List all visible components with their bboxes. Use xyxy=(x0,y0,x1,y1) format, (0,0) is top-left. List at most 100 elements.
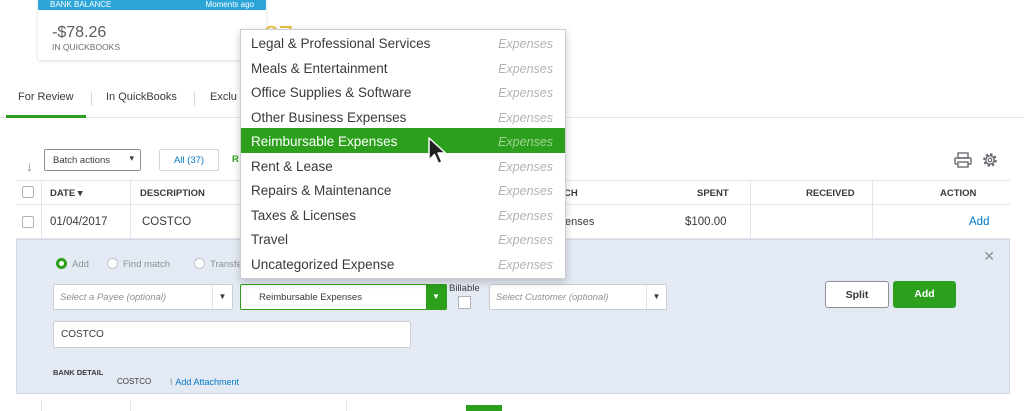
filter-all-button[interactable]: All (37) xyxy=(159,149,219,171)
category-value: Reimbursable Expenses xyxy=(259,292,362,303)
sort-arrow-icon[interactable]: ↓ xyxy=(26,158,33,174)
option-type: Expenses xyxy=(498,257,553,272)
batch-actions-button[interactable]: Batch actions ▾ xyxy=(44,149,141,171)
dropdown-option[interactable]: Office Supplies & Software Expenses xyxy=(241,79,565,104)
radio-add[interactable]: Add xyxy=(56,258,89,270)
row-category: enses xyxy=(565,216,595,228)
customer-select[interactable]: Select Customer (optional) ▼ xyxy=(489,284,667,310)
column-divider xyxy=(130,205,131,239)
tab-divider xyxy=(91,92,92,106)
radio-transfer[interactable]: Transfe xyxy=(194,258,242,270)
mouse-cursor-icon xyxy=(428,137,447,165)
radio-find-match-label: Find match xyxy=(123,259,170,270)
dropdown-option[interactable]: Taxes & Licenses Expenses xyxy=(241,202,565,227)
dropdown-option[interactable]: Legal & Professional Services Expenses xyxy=(241,30,565,55)
option-name: Other Business Expenses xyxy=(251,109,407,125)
billable-label: Billable xyxy=(449,283,480,294)
close-icon[interactable]: ✕ xyxy=(983,248,995,265)
tab-for-review[interactable]: For Review xyxy=(6,91,86,118)
column-divider xyxy=(750,181,751,206)
radio-add-label: Add xyxy=(72,259,89,270)
option-type: Expenses xyxy=(498,208,553,223)
option-type: Expenses xyxy=(498,110,553,125)
row-date: 01/04/2017 xyxy=(50,216,108,228)
add-attachment-label: Add Attachment xyxy=(175,377,239,387)
tab-divider xyxy=(194,92,195,106)
radio-dot xyxy=(56,258,67,269)
chevron-down-icon[interactable]: ▼ xyxy=(212,285,232,309)
status-badge xyxy=(466,405,502,411)
column-divider xyxy=(130,181,131,206)
option-type: Expenses xyxy=(498,61,553,76)
column-header-date-label: DATE xyxy=(50,188,76,199)
column-header-description[interactable]: DESCRIPTION xyxy=(140,188,205,199)
batch-actions-label: Batch actions xyxy=(53,155,111,166)
category-select[interactable]: Reimbursable Expenses ▼ xyxy=(240,284,447,310)
bank-balance-header: BANK BALANCE Moments ago xyxy=(38,0,266,10)
dropdown-option[interactable]: Other Business Expenses Expenses xyxy=(241,104,565,129)
billable-checkbox[interactable] xyxy=(458,296,471,309)
tab-in-quickbooks[interactable]: In QuickBooks xyxy=(106,91,177,103)
column-header-spent[interactable]: SPENT xyxy=(697,188,729,199)
row-add-link[interactable]: Add xyxy=(969,216,989,228)
column-divider xyxy=(41,181,42,206)
column-divider xyxy=(872,181,873,206)
option-type: Expenses xyxy=(498,233,553,247)
select-all-checkbox[interactable] xyxy=(22,186,34,198)
bank-balance-card: BANK BALANCE Moments ago -$78.26 IN QUIC… xyxy=(38,0,293,60)
split-button[interactable]: Split xyxy=(825,281,889,308)
radio-dot xyxy=(107,258,118,269)
radio-dot xyxy=(194,258,205,269)
dropdown-option[interactable]: Meals & Entertainment Expenses xyxy=(241,55,565,80)
dropdown-option[interactable]: Repairs & Maintenance Expenses xyxy=(241,177,565,202)
option-name: Office Supplies & Software xyxy=(251,85,412,100)
option-name: Rent & Lease xyxy=(251,158,333,174)
column-header-action: ACTION xyxy=(940,188,977,199)
bank-detail-value: COSTCO xyxy=(117,377,152,386)
table-row[interactable] xyxy=(16,394,1010,411)
row-description: COSTCO xyxy=(142,216,192,228)
bank-balance-label: BANK BALANCE xyxy=(50,0,112,9)
column-divider xyxy=(750,205,751,239)
print-icon[interactable] xyxy=(954,152,972,168)
chevron-down-icon: ▾ xyxy=(129,153,134,163)
gear-icon[interactable] xyxy=(981,151,999,169)
payee-placeholder: Select a Payee (optional) xyxy=(60,292,167,303)
quickbooks-balance: -$78.26 xyxy=(52,24,107,41)
option-type: Expenses xyxy=(498,37,553,51)
option-type: Expenses xyxy=(498,159,553,174)
option-name: Uncategorized Expense xyxy=(251,256,395,272)
category-dropdown[interactable]: Legal & Professional Services Expenses Me… xyxy=(240,29,566,279)
column-divider xyxy=(872,205,873,239)
column-header-match[interactable]: CH xyxy=(564,188,578,199)
option-type: Expenses xyxy=(498,135,553,149)
quickbooks-balance-label: IN QUICKBOOKS xyxy=(52,42,121,52)
option-name: Legal & Professional Services xyxy=(251,36,431,51)
bank-detail-label: BANK DETAIL xyxy=(53,368,104,377)
add-button[interactable]: Add xyxy=(893,281,956,308)
dropdown-option[interactable]: Rent & Lease Expenses xyxy=(241,153,565,178)
filter-recognized-button[interactable]: R xyxy=(232,154,239,165)
memo-field[interactable]: COSTCO xyxy=(53,321,411,348)
dropdown-option-highlighted[interactable]: Reimbursable Expenses Expenses xyxy=(241,128,565,153)
column-divider xyxy=(41,400,42,411)
column-divider xyxy=(346,400,347,411)
chevron-down-icon[interactable]: ▼ xyxy=(426,285,446,309)
option-name: Reimbursable Expenses xyxy=(251,134,398,149)
column-header-received[interactable]: RECEIVED xyxy=(806,188,855,199)
column-divider xyxy=(41,205,42,239)
radio-find-match[interactable]: Find match xyxy=(107,258,170,270)
payee-select[interactable]: Select a Payee (optional) ▼ xyxy=(53,284,233,310)
row-checkbox[interactable] xyxy=(22,216,34,228)
option-type: Expenses xyxy=(498,184,553,198)
paperclip-icon: ⌇ xyxy=(169,377,174,387)
dropdown-option[interactable]: Travel Expenses xyxy=(241,226,565,251)
column-header-date[interactable]: DATE ▾ xyxy=(50,188,83,199)
tab-excluded[interactable]: Exclu xyxy=(210,91,237,103)
chevron-down-icon[interactable]: ▼ xyxy=(646,285,666,309)
add-attachment-link[interactable]: ⌇ Add Attachment xyxy=(169,377,239,388)
dropdown-option[interactable]: Uncategorized Expense Expenses xyxy=(241,251,565,276)
customer-placeholder: Select Customer (optional) xyxy=(496,292,609,303)
column-divider xyxy=(130,400,131,411)
option-type: Expenses xyxy=(498,86,553,100)
